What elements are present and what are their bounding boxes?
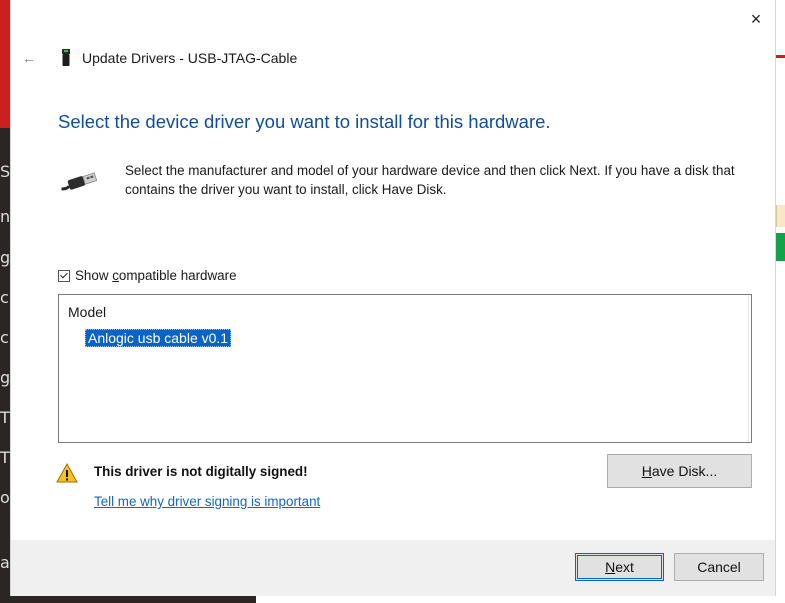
model-column-header: Model: [68, 304, 107, 320]
model-listbox[interactable]: Model Anlogic usb cable v0.1: [58, 294, 752, 443]
dialog-footer: Next Cancel: [11, 540, 775, 596]
background-char: T: [0, 448, 10, 467]
button-label: ave Disk...: [651, 463, 718, 479]
driver-signing-link[interactable]: Tell me why driver signing is important: [94, 494, 320, 509]
background-char: S: [0, 162, 11, 181]
background-char: c: [0, 288, 9, 307]
background-char: g: [0, 368, 11, 387]
background-char: c: [0, 328, 9, 347]
background-yellow-bar: [776, 205, 785, 227]
show-compatible-checkbox-row[interactable]: Show compatible hardware: [58, 268, 237, 283]
background-window-right: [776, 0, 785, 603]
usb-device-icon: [62, 49, 70, 66]
show-compatible-label: Show compatible hardware: [75, 268, 237, 283]
label-part: ompatible hardware: [118, 268, 237, 283]
background-char: a: [0, 553, 10, 572]
background-char: n: [0, 207, 11, 226]
list-item[interactable]: Anlogic usb cable v0.1: [85, 329, 232, 347]
close-button[interactable]: ×: [745, 8, 767, 30]
listbox-scrollbar-track: [60, 296, 749, 441]
show-compatible-checkbox[interactable]: [58, 269, 70, 282]
label-part: Show: [75, 268, 113, 283]
next-button[interactable]: Next: [575, 553, 664, 581]
unsigned-driver-warning: This driver is not digitally signed!: [94, 464, 308, 479]
usb-cable-icon: [61, 172, 98, 191]
have-disk-button[interactable]: Have Disk...: [607, 454, 752, 488]
update-drivers-dialog: × ← Update Drivers - USB-JTAG-Cable Sele…: [10, 0, 776, 596]
background-char: o: [0, 488, 10, 507]
background-window-left: S n g c c g T T o a: [0, 0, 10, 603]
background-red-stripe: [776, 55, 785, 58]
label-accelerator: c: [112, 268, 119, 283]
background-char: T: [0, 408, 10, 427]
dialog-title: Update Drivers - USB-JTAG-Cable: [82, 50, 298, 66]
background-red-region: [0, 0, 10, 128]
cancel-button[interactable]: Cancel: [674, 553, 764, 581]
instructions-text: Select the manufacturer and model of you…: [125, 163, 735, 197]
background-char: g: [0, 248, 11, 267]
back-arrow-icon[interactable]: ←: [19, 48, 39, 68]
focus-border: [577, 555, 662, 579]
button-accelerator: H: [641, 463, 652, 479]
warning-icon: [56, 462, 78, 483]
background-green-bar: [776, 233, 785, 261]
page-heading: Select the device driver you want to ins…: [58, 111, 551, 132]
